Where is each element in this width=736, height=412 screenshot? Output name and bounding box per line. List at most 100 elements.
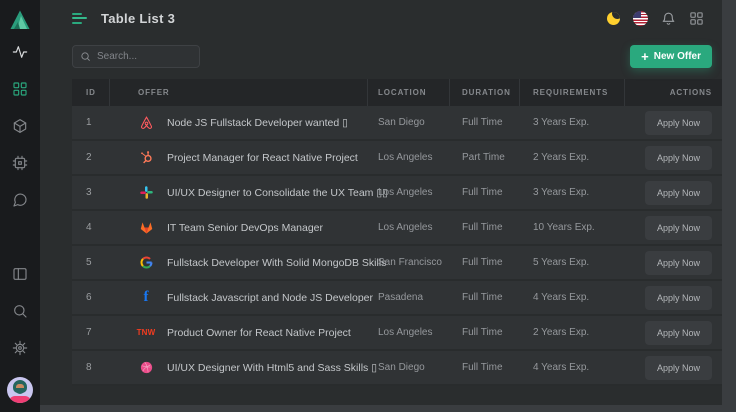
row-requirements: 4 Years Exp. xyxy=(520,292,625,303)
row-requirements: 2 Years Exp. xyxy=(520,327,625,338)
column-header-requirements: REQUIREMENTS xyxy=(520,79,625,106)
offers-table: ID OFFER LOCATION DURATION REQUIREMENTS … xyxy=(72,79,722,386)
column-header-duration: DURATION xyxy=(450,79,520,106)
moon-icon[interactable] xyxy=(607,12,620,25)
horizontal-scrollbar-track[interactable] xyxy=(40,405,722,412)
row-id: 5 xyxy=(72,257,110,268)
sidebar-item-activity[interactable] xyxy=(12,44,28,60)
triangle-logo-icon xyxy=(8,8,32,32)
topbar-actions xyxy=(607,11,704,26)
slack-icon xyxy=(138,185,154,201)
sidebar xyxy=(0,0,40,412)
row-requirements: 2 Years Exp. xyxy=(520,152,625,163)
new-offer-button[interactable]: + New Offer xyxy=(630,45,712,68)
user-avatar[interactable] xyxy=(7,377,33,403)
column-header-location: LOCATION xyxy=(368,79,450,106)
us-flag-icon[interactable] xyxy=(633,11,648,26)
table-row: 5 Fullstack Developer With Solid MongoDB… xyxy=(72,246,722,281)
chat-bubble-icon xyxy=(12,192,28,208)
google-icon xyxy=(138,255,154,271)
apply-now-button[interactable]: Apply Now xyxy=(645,216,712,240)
offer-title: Node JS Fullstack Developer wanted ▯ xyxy=(167,117,348,129)
sidebar-item-products[interactable] xyxy=(12,118,28,134)
search-box[interactable] xyxy=(72,45,200,68)
toolbar: + New Offer xyxy=(40,45,722,68)
offer-title: Fullstack Developer With Solid MongoDB S… xyxy=(167,257,386,269)
notifications-button[interactable] xyxy=(661,11,676,26)
table-row: 8 UI/UX Designer With Html5 and Sass Ski… xyxy=(72,351,722,386)
row-duration: Full Time xyxy=(450,292,520,303)
table-row: 2 Project Manager for React Native Proje… xyxy=(72,141,722,176)
new-offer-label: New Offer xyxy=(654,51,701,62)
row-id: 4 xyxy=(72,222,110,233)
offer-title: Product Owner for React Native Project xyxy=(167,327,351,339)
row-duration: Full Time xyxy=(450,187,520,198)
avatar-shirt xyxy=(9,396,31,403)
apply-now-button[interactable]: Apply Now xyxy=(645,356,712,380)
row-location: Los Angeles xyxy=(368,152,450,163)
row-location: Los Angeles xyxy=(368,327,450,338)
row-location: Los Angeles xyxy=(368,222,450,233)
facebook-icon: f xyxy=(138,290,154,306)
row-id: 2 xyxy=(72,152,110,163)
row-location: Pasadena xyxy=(368,292,450,303)
activity-icon xyxy=(12,44,28,60)
sidebar-bottom-group xyxy=(7,266,33,412)
row-requirements: 10 Years Exp. xyxy=(520,222,625,233)
sidebar-item-layout[interactable] xyxy=(12,266,28,282)
sidebar-item-messages[interactable] xyxy=(12,192,28,208)
offer-title: Fullstack Javascript and Node JS Develop… xyxy=(167,292,373,304)
apps-menu-button[interactable] xyxy=(689,11,704,26)
row-id: 1 xyxy=(72,117,110,128)
table-row: 4 IT Team Senior DevOps Manager Los Ange… xyxy=(72,211,722,246)
table-header-row: ID OFFER LOCATION DURATION REQUIREMENTS … xyxy=(72,79,722,106)
row-duration: Full Time xyxy=(450,222,520,233)
row-location: Los Angeles xyxy=(368,187,450,198)
row-requirements: 3 Years Exp. xyxy=(520,117,625,128)
sidebar-item-settings[interactable] xyxy=(12,340,28,356)
row-requirements: 3 Years Exp. xyxy=(520,187,625,198)
menu-toggle-icon[interactable] xyxy=(72,13,87,24)
search-input[interactable] xyxy=(97,51,192,62)
gitlab-icon xyxy=(138,220,154,236)
row-duration: Part Time xyxy=(450,152,520,163)
offer-title: UI/UX Designer to Consolidate the UX Tea… xyxy=(167,187,388,199)
sidebar-item-system[interactable] xyxy=(12,155,28,171)
app-logo[interactable] xyxy=(8,8,32,32)
plus-icon: + xyxy=(641,50,649,63)
offer-title: IT Team Senior DevOps Manager xyxy=(167,222,323,234)
search-icon xyxy=(12,303,28,319)
row-location: San Diego xyxy=(368,117,450,128)
apply-now-button[interactable]: Apply Now xyxy=(645,181,712,205)
row-location: San Diego xyxy=(368,362,450,373)
table-body: 1 Node JS Fullstack Developer wanted ▯ S… xyxy=(72,106,722,386)
cpu-icon xyxy=(12,155,28,171)
offer-title: Project Manager for React Native Project xyxy=(167,152,358,164)
row-duration: Full Time xyxy=(450,117,520,128)
apply-now-button[interactable]: Apply Now xyxy=(645,286,712,310)
sidebar-item-dashboard[interactable] xyxy=(12,81,28,97)
apply-now-button[interactable]: Apply Now xyxy=(645,111,712,135)
dashboard-grid-icon xyxy=(12,81,28,97)
apply-now-button[interactable]: Apply Now xyxy=(645,146,712,170)
sidebar-item-search[interactable] xyxy=(12,303,28,319)
apply-now-button[interactable]: Apply Now xyxy=(645,321,712,345)
row-requirements: 4 Years Exp. xyxy=(520,362,625,373)
main-area: Table List 3 + xyxy=(40,0,722,412)
column-header-id: ID xyxy=(72,79,110,106)
table-row: 1 Node JS Fullstack Developer wanted ▯ S… xyxy=(72,106,722,141)
column-header-actions: ACTIONS xyxy=(625,79,722,106)
row-requirements: 5 Years Exp. xyxy=(520,257,625,268)
apply-now-button[interactable]: Apply Now xyxy=(645,251,712,275)
row-location: San Francisco xyxy=(368,257,450,268)
avatar-beard xyxy=(15,388,25,394)
bell-icon xyxy=(661,11,676,26)
row-id: 8 xyxy=(72,362,110,373)
offer-title: UI/UX Designer With Html5 and Sass Skill… xyxy=(167,362,377,374)
row-id: 7 xyxy=(72,327,110,338)
tnw-icon: TNW xyxy=(138,325,154,341)
vertical-scrollbar-track[interactable] xyxy=(722,0,736,412)
row-id: 3 xyxy=(72,187,110,198)
search-icon xyxy=(80,51,91,62)
dribbble-icon xyxy=(138,360,154,376)
